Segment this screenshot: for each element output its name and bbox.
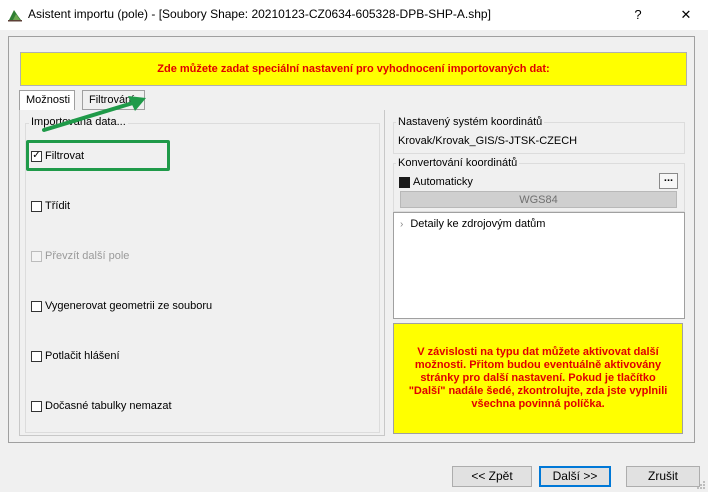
option-label: Třídit [45,200,71,212]
arrow-icon [42,96,146,132]
highlight-box [26,140,170,171]
tree-item[interactable]: › Detaily ke zdrojovým datům [400,218,545,230]
coordinate-system-label: Nastavený systém koordinátů [396,116,545,128]
title-bar: Asistent importu (pole) - [Soubory Shape… [0,0,708,30]
coordinate-system-value: Krovak/Krovak_GIS/S-JTSK-CZECH [398,135,578,147]
option-prevzit-dalsi-pole: Převzít další pole [31,249,129,263]
info-banner: Zde můžete zadat speciální nastavení pro… [20,52,687,86]
conversion-label: Konvertování koordinátů [396,157,520,169]
source-details-tree: › Detaily ke zdrojovým datům [393,212,685,319]
checkbox[interactable] [31,300,42,312]
option-label: Dočasné tabulky nemazat [45,400,172,412]
browse-button[interactable]: ... [659,173,678,189]
resize-grip-icon[interactable] [696,480,706,490]
info-note-text: V závislosti na typu dat můžete aktivova… [408,346,668,410]
cancel-button[interactable]: Zrušit [626,466,700,487]
option-label: Automaticky [413,176,473,188]
wgs84-button: WGS84 [400,191,677,208]
option-label: Převzít další pole [45,250,130,262]
option-potlacit-hlaseni[interactable]: Potlačit hlášení [31,349,120,363]
option-docasne-tabulky[interactable]: Dočasné tabulky nemazat [31,399,172,413]
app-icon [8,10,22,22]
option-label: Vygenerovat geometrii ze souboru [45,300,213,312]
checkbox-filled-icon[interactable] [399,176,410,188]
option-tridit[interactable]: Třídit [31,199,70,213]
help-button[interactable]: ? [622,0,654,30]
option-automaticky[interactable]: Automaticky [399,175,473,189]
checkbox [31,250,42,262]
option-vygenerovat-geometrii[interactable]: Vygenerovat geometrii ze souboru [31,299,212,313]
checkbox[interactable] [31,200,42,212]
close-button[interactable]: ✕ [670,0,702,30]
window-title: Asistent importu (pole) - [Soubory Shape… [28,7,491,21]
option-label: Potlačit hlášení [45,350,120,362]
chevron-right-icon[interactable]: › [400,219,403,230]
info-note: V závislosti na typu dat můžete aktivova… [393,323,683,434]
back-button[interactable]: << Zpět [452,466,532,487]
checkbox[interactable] [31,400,42,412]
tree-item-label: Detaily ke zdrojovým datům [410,218,546,230]
next-button[interactable]: Další >> [539,466,611,487]
checkbox[interactable] [31,350,42,362]
